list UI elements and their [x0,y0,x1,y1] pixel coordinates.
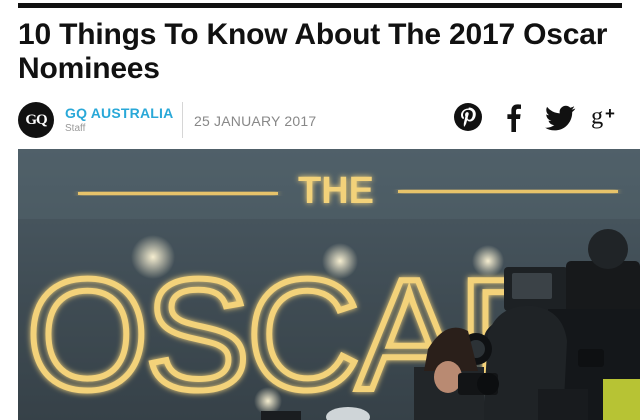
publish-date: 25 JANUARY 2017 [194,113,317,129]
gold-rule-right [398,190,618,193]
facebook-icon[interactable] [498,102,530,132]
author-role: Staff [65,123,86,134]
light-flare [131,235,175,279]
article-title: 10 Things To Know About The 2017 Oscar N… [18,18,608,85]
google-plus-icon[interactable]: g + [590,102,622,132]
light-flare [322,243,358,279]
share-bar: g + [452,102,622,132]
byline: GQ GQ AUSTRALIA Staff 25 JANUARY 2017 g … [18,102,622,138]
twitter-icon[interactable] [544,102,576,132]
light-flare [472,245,504,277]
svg-text:g: g [591,103,603,130]
hero-image: THE OSCARS [18,149,640,420]
hero-text-the: THE [298,170,374,212]
author-avatar[interactable]: GQ [18,102,54,138]
top-rule [18,3,622,8]
gold-rule-left [78,192,278,195]
svg-text:+: + [605,104,615,123]
light-flare [254,387,282,415]
avatar-logo-text: GQ [25,111,47,128]
author-link[interactable]: GQ AUSTRALIA [65,105,173,121]
oscars-backdrop: THE OSCARS [18,149,640,420]
byline-divider [182,102,183,138]
pinterest-icon[interactable] [452,102,484,132]
